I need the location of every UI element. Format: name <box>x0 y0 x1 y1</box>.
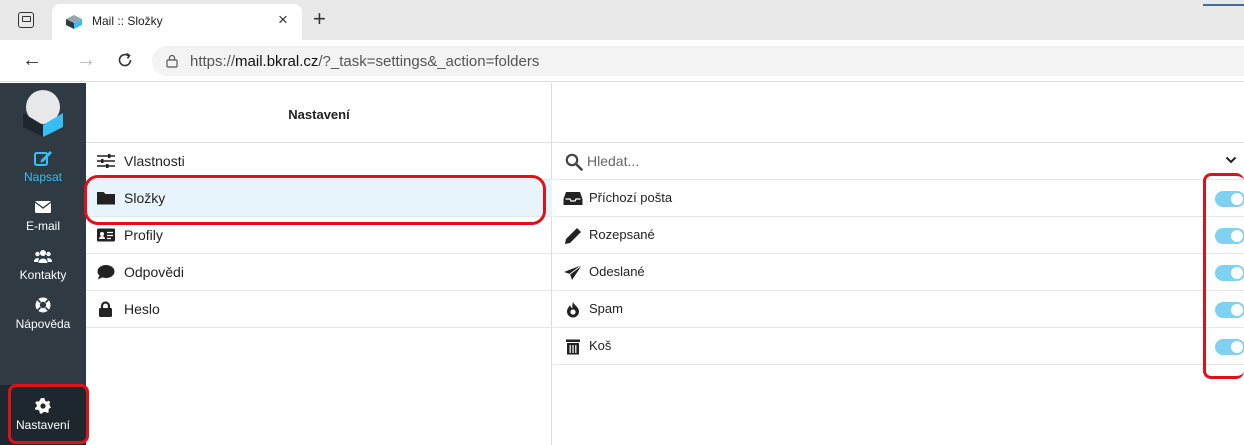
folder-list-pane: Hledat... Příchozí pošta Rozepsané Odesl… <box>553 83 1244 445</box>
rail-label: Nastavení <box>15 418 71 432</box>
rail-label: Kontakty <box>19 268 67 282</box>
search-icon <box>565 153 583 171</box>
settings-header: Nastavení <box>86 83 552 143</box>
folder-label: Koš <box>589 338 612 353</box>
lifebuoy-icon <box>35 297 51 313</box>
roundcube-favicon-icon <box>66 15 82 29</box>
speech-bubble-icon <box>97 265 115 280</box>
url-host: mail.bkral.cz <box>235 53 319 70</box>
subscribe-toggle[interactable] <box>1215 339 1244 355</box>
rail-label: E-mail <box>25 219 60 233</box>
sliders-icon <box>97 154 115 168</box>
folder-icon <box>97 192 115 205</box>
rail-help[interactable]: Nápověda <box>0 296 86 331</box>
settings-item-label: Profily <box>124 227 163 243</box>
subscribe-toggle[interactable] <box>1215 228 1244 244</box>
folder-label: Odeslané <box>589 264 645 279</box>
inbox-icon <box>563 192 583 205</box>
rail-settings[interactable]: Nastavení <box>0 385 86 445</box>
rail-label: Nápověda <box>15 317 71 331</box>
folder-list-header <box>553 83 1244 143</box>
settings-item-responses[interactable]: Odpovědi <box>86 254 552 291</box>
settings-item-preferences[interactable]: Vlastnosti <box>86 143 552 180</box>
app-sidebar: Napsat E-mail Kontakty Nápověda Nastaven… <box>0 83 86 445</box>
pencil-icon <box>565 228 581 244</box>
tab-close-icon[interactable]: × <box>278 11 288 29</box>
back-arrow-icon[interactable]: ← <box>22 49 42 71</box>
page-title: Nastavení <box>288 107 350 122</box>
reload-icon[interactable] <box>116 51 134 69</box>
settings-item-folders[interactable]: Složky <box>86 180 552 217</box>
roundcube-logo-icon[interactable] <box>20 87 66 137</box>
subscribe-toggle[interactable] <box>1215 191 1244 207</box>
gear-icon <box>35 398 51 414</box>
rail-email[interactable]: E-mail <box>0 198 86 233</box>
paper-plane-icon <box>564 264 583 280</box>
window-edge <box>1203 4 1244 6</box>
fire-icon <box>567 302 579 318</box>
search-input[interactable]: Hledat... <box>587 153 639 169</box>
padlock-icon <box>99 301 112 317</box>
folder-row-trash[interactable]: Koš <box>553 328 1244 365</box>
compose-icon <box>34 151 52 166</box>
settings-item-label: Složky <box>124 190 166 206</box>
browser-tab-bar: Mail :: Složky × + <box>0 0 1244 40</box>
folder-row-spam[interactable]: Spam <box>553 291 1244 328</box>
folder-search[interactable]: Hledat... <box>553 143 1244 180</box>
folder-label: Rozepsané <box>589 227 655 242</box>
folder-row-sent[interactable]: Odeslané <box>553 254 1244 291</box>
tab-title: Mail :: Složky <box>92 14 163 28</box>
folder-row-inbox[interactable]: Příchozí pošta <box>553 180 1244 217</box>
address-bar: ← → https://mail.bkral.cz/?_task=setting… <box>0 40 1244 82</box>
settings-item-identities[interactable]: Profily <box>86 217 552 254</box>
settings-item-label: Heslo <box>124 301 160 317</box>
folder-row-drafts[interactable]: Rozepsané <box>553 217 1244 254</box>
settings-item-label: Vlastnosti <box>124 153 185 169</box>
chevron-down-icon[interactable] <box>1225 155 1237 165</box>
settings-item-password[interactable]: Heslo <box>86 291 552 328</box>
envelope-icon <box>34 201 52 213</box>
folder-label: Spam <box>589 301 623 316</box>
trash-icon <box>566 339 580 355</box>
lock-icon[interactable] <box>166 54 178 68</box>
rail-label: Napsat <box>23 170 63 184</box>
subscribe-toggle[interactable] <box>1215 302 1244 318</box>
url-field[interactable]: https://mail.bkral.cz/?_task=settings&_a… <box>152 46 1244 76</box>
id-card-icon <box>97 228 115 242</box>
rail-contacts[interactable]: Kontakty <box>0 247 86 282</box>
settings-item-label: Odpovědi <box>124 264 184 280</box>
forward-arrow-icon[interactable]: → <box>76 49 96 71</box>
subscribe-toggle[interactable] <box>1215 265 1244 281</box>
settings-sections-pane: Nastavení Vlastnosti Složky Profily Odpo… <box>86 83 552 445</box>
browser-tab[interactable]: Mail :: Složky × <box>52 4 302 40</box>
folder-label: Příchozí pošta <box>589 190 673 205</box>
url-text: https://mail.bkral.cz/?_task=settings&_a… <box>190 53 540 70</box>
rail-compose[interactable]: Napsat <box>0 149 86 184</box>
tab-actions-icon[interactable] <box>18 12 34 28</box>
new-tab-button[interactable]: + <box>313 6 326 32</box>
users-icon <box>34 250 52 263</box>
